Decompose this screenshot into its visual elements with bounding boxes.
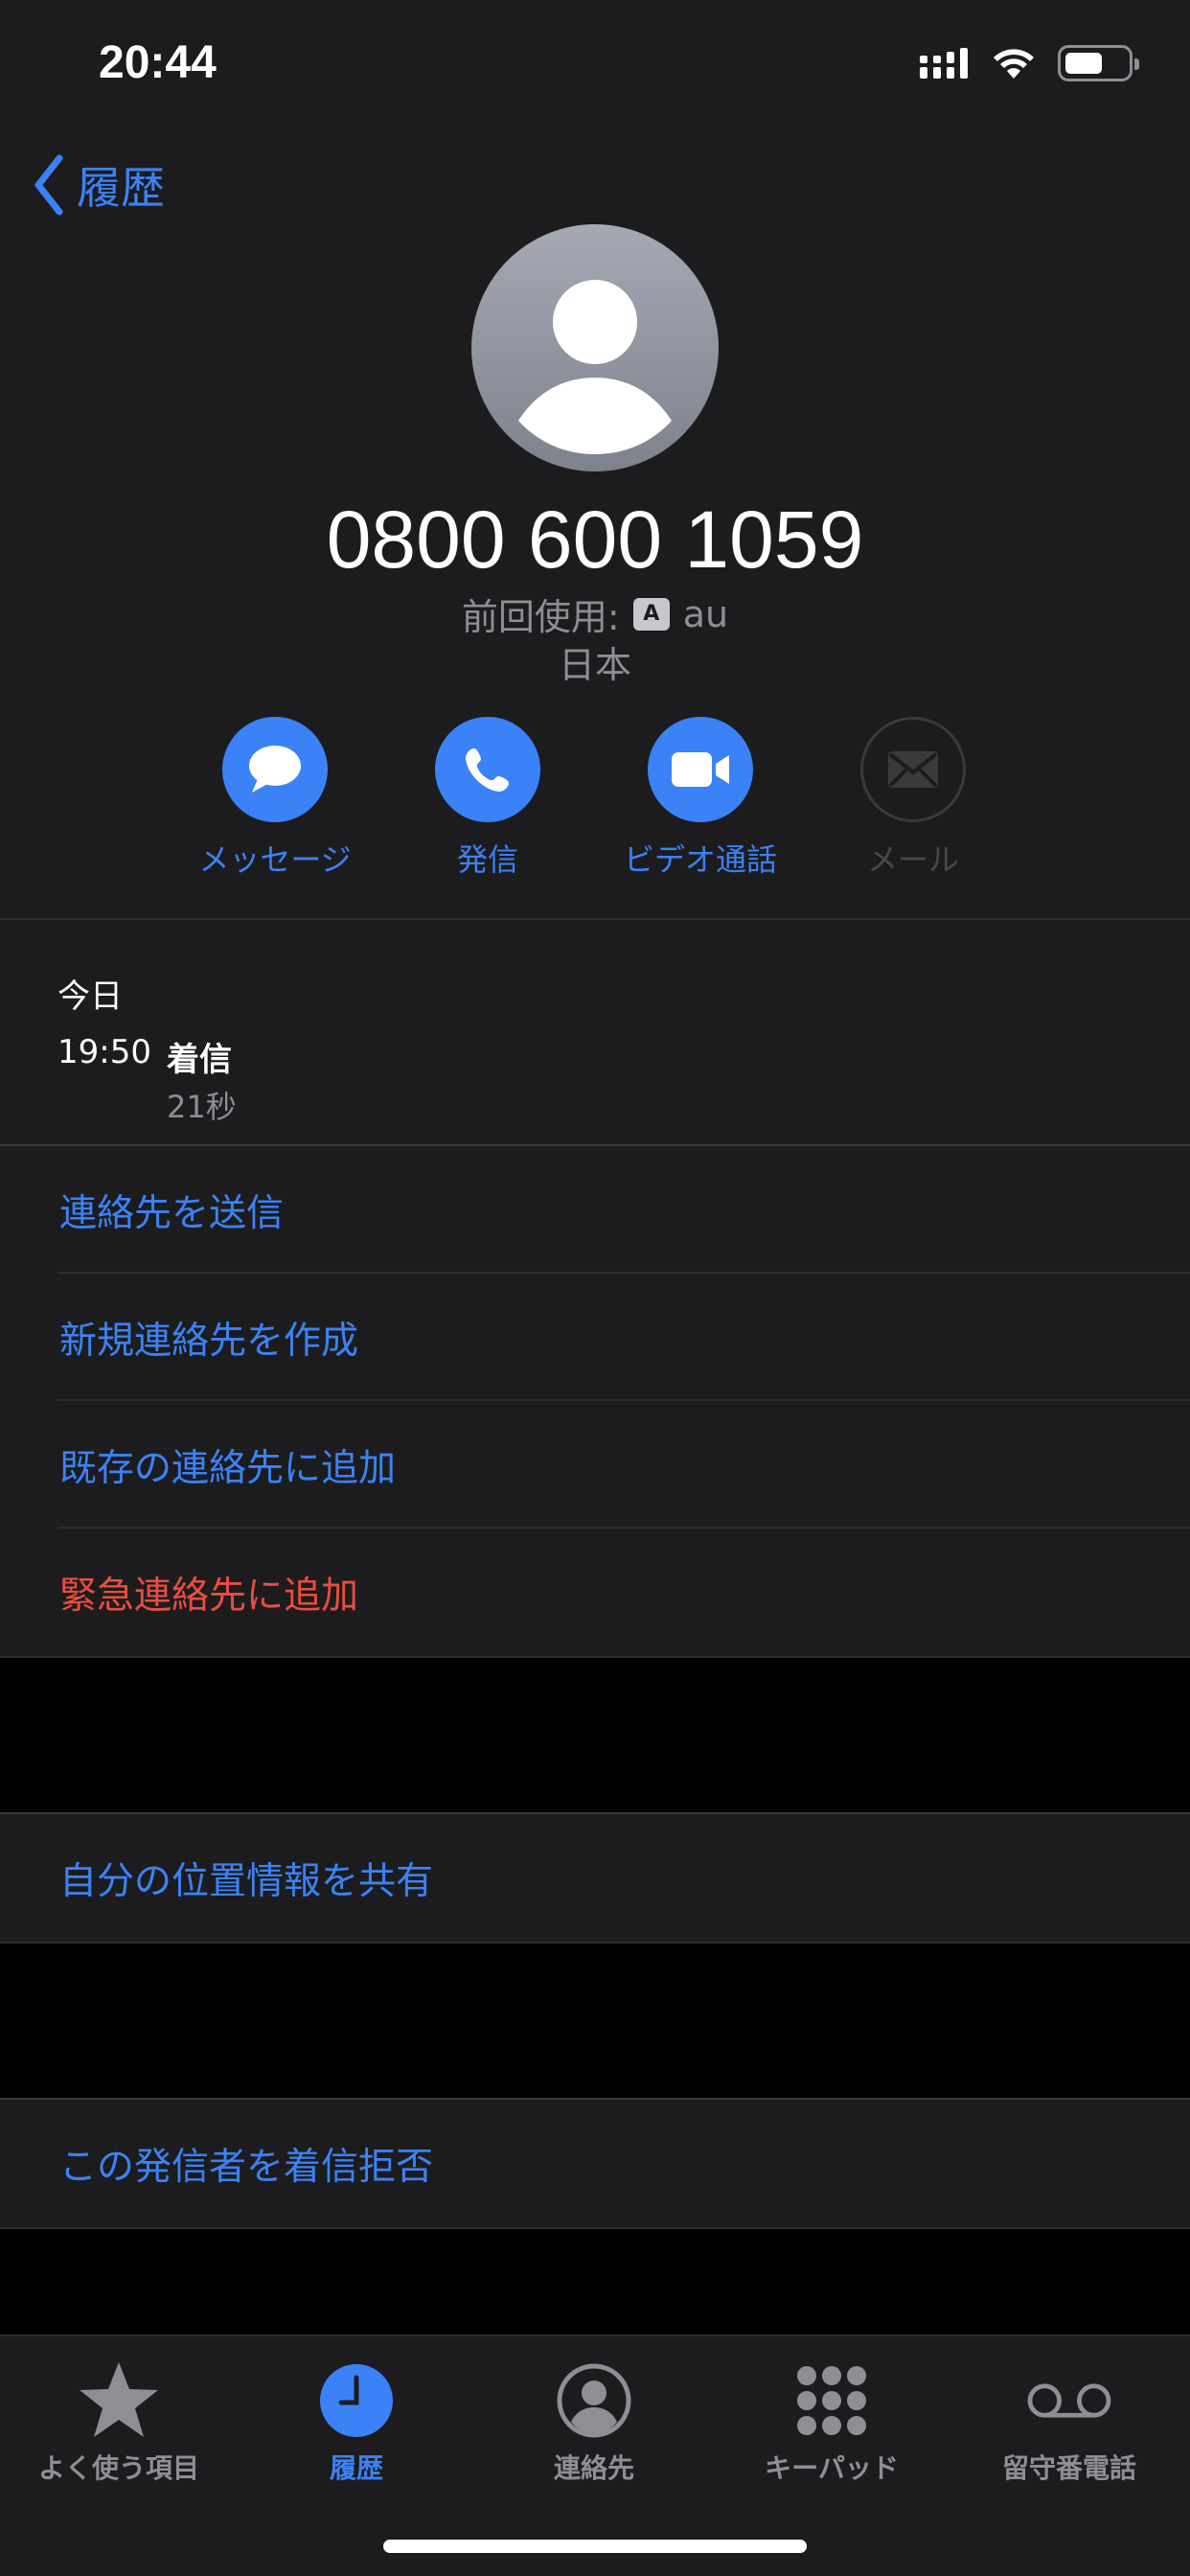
person-silhouette-icon [518, 280, 672, 454]
keypad-icon [797, 2366, 866, 2435]
mail-action-label: メール [866, 841, 959, 878]
tab-favorites-label: よく使う項目 [37, 2452, 199, 2484]
history-day: 今日 [57, 978, 123, 1016]
message-action-label: メッセージ [198, 841, 352, 878]
phone-icon [466, 748, 509, 792]
tab-voicemail-label: 留守番電話 [1001, 2452, 1136, 2484]
voicemail-icon [1027, 2383, 1111, 2418]
contact-options-list: 連絡先を送信 新規連絡先を作成 既存の連絡先に追加 緊急連絡先に追加 [0, 1144, 1190, 1658]
status-icons [920, 42, 1139, 84]
tab-keypad-label: キーパッド [765, 2452, 899, 2484]
tab-contacts-label: 連絡先 [553, 2452, 634, 2484]
cellular-signal-icon [920, 48, 968, 79]
last-used-line: 前回使用: A au [0, 587, 1190, 640]
tab-keypad[interactable]: キーパッド [713, 2358, 950, 2486]
create-new-contact-label: 新規連絡先を作成 [59, 1319, 359, 1363]
tab-contacts[interactable]: 連絡先 [475, 2358, 713, 2486]
video-icon [672, 752, 729, 787]
create-new-contact-row[interactable]: 新規連絡先を作成 [0, 1274, 1190, 1401]
history-duration: 21秒 [167, 1089, 237, 1125]
block-caller-label: この発信者を着信拒否 [59, 2145, 434, 2189]
chevron-left-icon [34, 154, 63, 216]
message-icon [249, 746, 301, 793]
back-button[interactable]: 履歴 [33, 153, 165, 217]
add-emergency-contact-row[interactable]: 緊急連絡先に追加 [0, 1529, 1190, 1656]
add-to-existing-contact-row[interactable]: 既存の連絡先に追加 [0, 1401, 1190, 1529]
star-icon [80, 2362, 158, 2437]
tab-recents[interactable]: 履歴 [238, 2358, 475, 2486]
history-call-type: 着信 [167, 1041, 232, 1079]
mail-action[interactable]: メール [807, 717, 1019, 880]
share-contact-row[interactable]: 連絡先を送信 [0, 1146, 1190, 1274]
video-call-action-label: ビデオ通話 [623, 841, 777, 878]
mail-icon [888, 751, 938, 788]
status-time: 20:44 [99, 37, 217, 88]
clock-icon [320, 2364, 393, 2437]
tab-voicemail[interactable]: 留守番電話 [950, 2358, 1188, 2486]
call-action-label: 発信 [456, 841, 518, 878]
battery-icon [1058, 45, 1139, 81]
wifi-icon [994, 49, 1034, 79]
country-label: 日本 [558, 644, 631, 686]
tab-favorites[interactable]: よく使う項目 [0, 2358, 238, 2486]
tab-recents-label: 履歴 [329, 2452, 383, 2484]
call-history: 今日 19:50 着信 21秒 [0, 918, 1190, 1144]
call-action[interactable]: 発信 [381, 717, 594, 880]
carrier-name: au [682, 592, 729, 635]
sim-badge: A [632, 597, 670, 631]
block-caller-row[interactable]: この発信者を着信拒否 [0, 2100, 1190, 2227]
share-location-label: 自分の位置情報を共有 [59, 1859, 434, 1903]
share-location-group: 自分の位置情報を共有 [0, 1812, 1190, 1944]
contact-actions: メッセージ 発信 ビデオ通話 メール [0, 717, 1190, 880]
message-action[interactable]: メッセージ [169, 717, 381, 880]
phone-number: 0800 600 1059 [326, 494, 864, 585]
share-contact-label: 連絡先を送信 [59, 1191, 285, 1235]
add-to-existing-contact-label: 既存の連絡先に追加 [59, 1446, 397, 1490]
add-emergency-contact-label: 緊急連絡先に追加 [59, 1574, 359, 1618]
video-call-action[interactable]: ビデオ通話 [594, 717, 807, 880]
home-indicator[interactable] [383, 2540, 807, 2553]
history-time: 19:50 [57, 1033, 151, 1071]
last-used-label: 前回使用: [461, 596, 620, 638]
share-location-row[interactable]: 自分の位置情報を共有 [0, 1814, 1190, 1942]
back-button-label: 履歴 [77, 162, 165, 214]
contact-icon [557, 2363, 631, 2438]
contact-avatar [471, 224, 719, 472]
block-caller-group: この発信者を着信拒否 [0, 2098, 1190, 2229]
